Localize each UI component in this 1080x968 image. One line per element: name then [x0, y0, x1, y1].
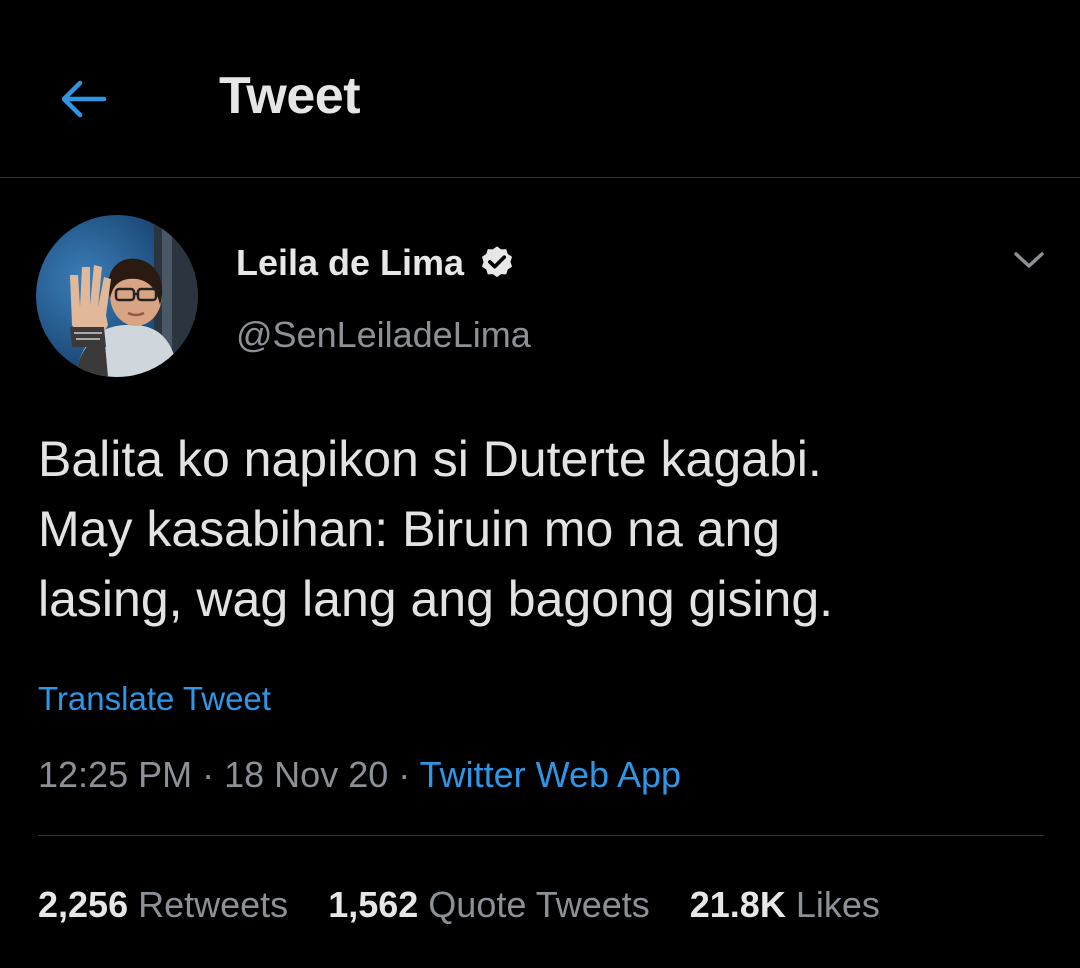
arrow-left-icon: [61, 80, 107, 118]
avatar-photo: [36, 215, 198, 377]
likes-stat[interactable]: 21.8K Likes: [690, 884, 880, 926]
translate-tweet-link[interactable]: Translate Tweet: [38, 680, 271, 718]
tweet-text-line: lasing, wag lang ang bagong gising.: [38, 571, 834, 627]
likes-count: 21.8K: [689, 884, 786, 925]
author-name-text: Leila de Lima: [236, 242, 465, 283]
back-button[interactable]: [50, 68, 116, 130]
more-options-button[interactable]: [1008, 240, 1050, 280]
tweet-text: Balita ko napikon si Duterte kagabi. May…: [38, 424, 1038, 634]
quote-tweets-stat[interactable]: 1,562 Quote Tweets: [328, 884, 650, 926]
retweets-label: Retweets: [138, 884, 289, 925]
verified-badge-icon: [478, 244, 516, 282]
retweets-stat[interactable]: 2,256 Retweets: [38, 884, 288, 926]
avatar[interactable]: [36, 215, 198, 377]
tweet-date[interactable]: 18 Nov 20: [224, 754, 388, 795]
top-bar: Tweet: [0, 0, 1080, 178]
quote-tweets-label: Quote Tweets: [428, 884, 650, 925]
page-title: Tweet: [219, 67, 361, 125]
quote-tweets-count: 1,562: [328, 884, 419, 925]
author-handle[interactable]: @SenLeiladeLima: [236, 314, 531, 356]
author-name[interactable]: Leila de Lima: [236, 242, 516, 284]
engagement-stats: 2,256 Retweets 1,562 Quote Tweets 21.8K …: [38, 884, 880, 926]
tweet-metadata: 12:25 PM · 18 Nov 20 · Twitter Web App: [38, 754, 681, 796]
chevron-down-icon: [1014, 252, 1044, 268]
tweet-text-line: May kasabihan: Biruin mo na ang: [38, 501, 781, 557]
tweet-text-line: Balita ko napikon si Duterte kagabi.: [38, 431, 822, 487]
divider: [38, 835, 1044, 836]
tweet-time[interactable]: 12:25 PM: [38, 754, 192, 795]
meta-separator: ·: [398, 754, 411, 795]
likes-label: Likes: [795, 884, 880, 925]
meta-separator: ·: [202, 754, 215, 795]
tweet-source-link[interactable]: Twitter Web App: [420, 754, 681, 795]
retweets-count: 2,256: [38, 884, 129, 925]
